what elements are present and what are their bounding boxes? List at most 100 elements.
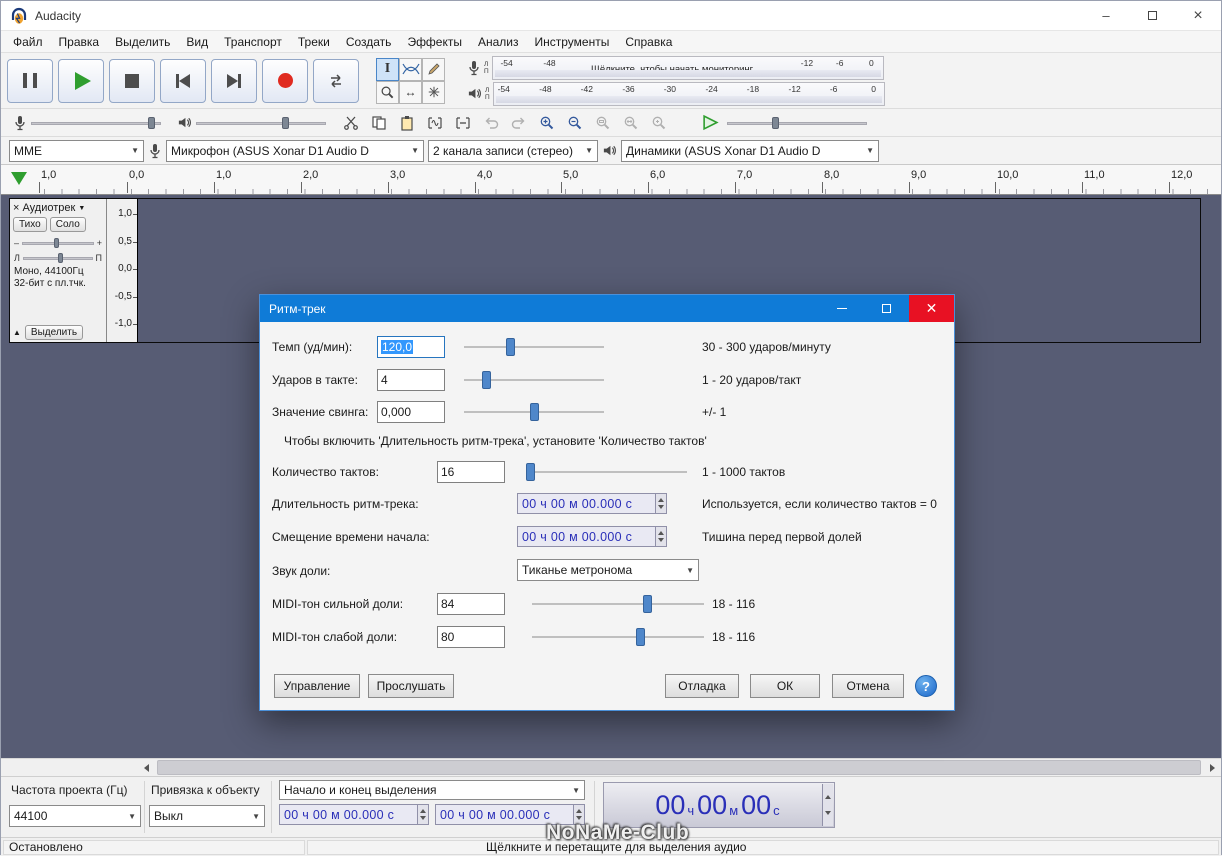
swing-slider[interactable] — [464, 402, 604, 422]
menu-transport[interactable]: Транспорт — [216, 31, 290, 52]
dialog-maximize-button[interactable] — [864, 295, 909, 322]
spinner[interactable] — [822, 784, 833, 826]
stop-button[interactable] — [109, 58, 155, 103]
menu-tools[interactable]: Инструменты — [527, 31, 618, 52]
track-close-button[interactable]: × — [13, 202, 19, 214]
pause-button[interactable] — [7, 58, 53, 103]
slider-thumb[interactable] — [54, 238, 60, 248]
midi-strong-input[interactable]: 84 — [437, 593, 505, 615]
project-rate-combo[interactable]: 44100 ▼ — [9, 805, 141, 827]
timeline-ruler[interactable]: 1,0 0,0 1,0 2,0 3,0 4,0 5,0 6,0 7,0 8,0 … — [1, 165, 1221, 195]
multi-tool-button[interactable] — [422, 80, 445, 104]
vertical-scale-ruler[interactable]: 1,0 0,5 0,0 -0,5 -1,0 — [107, 199, 138, 342]
midi-strong-slider[interactable] — [532, 594, 704, 614]
solo-button[interactable]: Соло — [49, 217, 86, 232]
scrollbar-thumb[interactable] — [157, 760, 1201, 775]
pan-slider[interactable] — [22, 252, 93, 264]
slider-thumb[interactable] — [148, 116, 155, 129]
dialog-minimize-button[interactable] — [819, 295, 864, 322]
audio-host-combo[interactable]: MME ▼ — [9, 139, 144, 162]
play-button[interactable] — [58, 58, 104, 103]
slider-thumb[interactable] — [506, 338, 516, 356]
dialog-titlebar[interactable]: Ритм-трек ✕ — [260, 295, 954, 322]
spinner[interactable] — [417, 805, 428, 824]
silence-audio-button[interactable] — [450, 111, 476, 135]
menu-select[interactable]: Выделить — [107, 31, 178, 52]
ok-button[interactable]: ОК — [750, 674, 820, 698]
recording-volume-slider[interactable] — [31, 116, 161, 130]
dialog-close-button[interactable]: ✕ — [909, 295, 954, 322]
bars-slider[interactable] — [526, 462, 687, 482]
close-button[interactable]: × — [1175, 1, 1221, 30]
beats-slider[interactable] — [464, 370, 604, 390]
duration-time-field[interactable]: 00 ч 00 м 00.000 с — [517, 493, 667, 514]
playback-volume-slider[interactable] — [196, 116, 326, 130]
record-button[interactable] — [262, 58, 308, 103]
zoom-toggle-button[interactable] — [646, 111, 672, 135]
skip-end-button[interactable] — [211, 58, 257, 103]
cancel-button[interactable]: Отмена — [832, 674, 904, 698]
spinner[interactable] — [655, 527, 666, 546]
menu-view[interactable]: Вид — [178, 31, 216, 52]
tempo-input[interactable]: 120,0 — [377, 336, 445, 358]
menu-file[interactable]: Файл — [5, 31, 51, 52]
selection-start-time[interactable]: 00 ч 00 м 00.000 с — [279, 804, 429, 825]
playback-meter[interactable]: -54 -48 -42 -36 -30 -24 -18 -12 -6 0 — [492, 81, 885, 106]
bars-input[interactable]: 16 — [437, 461, 505, 483]
zoom-out-button[interactable] — [562, 111, 588, 135]
scroll-right-button[interactable] — [1204, 760, 1220, 775]
slider-thumb[interactable] — [57, 253, 63, 263]
slider-thumb[interactable] — [636, 628, 646, 646]
track-menu-arrow-icon[interactable]: ▼ — [78, 205, 85, 212]
minimize-button[interactable]: – — [1083, 1, 1129, 30]
scroll-left-button[interactable] — [138, 760, 154, 775]
maximize-button[interactable] — [1129, 1, 1175, 30]
copy-button[interactable] — [366, 111, 392, 135]
timeshift-tool-button[interactable]: ↔ — [399, 80, 422, 104]
track-select-button[interactable]: Выделить — [24, 325, 84, 340]
slider-thumb[interactable] — [643, 595, 653, 613]
paste-button[interactable] — [394, 111, 420, 135]
draw-tool-button[interactable] — [422, 57, 445, 81]
gain-slider[interactable] — [22, 237, 94, 249]
recording-channels-combo[interactable]: 2 канала записи (стерео) ▼ — [428, 139, 598, 162]
recording-device-combo[interactable]: Микрофон (ASUS Xonar D1 Audio D ▼ — [166, 139, 424, 162]
track-title[interactable]: Аудиотрек — [22, 202, 75, 214]
undo-button[interactable] — [478, 111, 504, 135]
menu-generate[interactable]: Создать — [338, 31, 400, 52]
selection-mode-combo[interactable]: Начало и конец выделения ▼ — [279, 780, 585, 800]
slider-thumb[interactable] — [530, 403, 539, 421]
slider-thumb[interactable] — [482, 371, 492, 389]
spinner[interactable] — [655, 494, 666, 513]
debug-button[interactable]: Отладка — [665, 674, 739, 698]
slider-thumb[interactable] — [281, 116, 289, 129]
pinned-play-head-icon[interactable] — [11, 172, 27, 185]
menu-effects[interactable]: Эффекты — [399, 31, 470, 52]
midi-weak-slider[interactable] — [532, 627, 704, 647]
play-at-speed-icon[interactable] — [702, 114, 719, 131]
envelope-tool-button[interactable] — [399, 57, 422, 81]
slider-thumb[interactable] — [771, 116, 779, 129]
cut-button[interactable] — [338, 111, 364, 135]
midi-weak-input[interactable]: 80 — [437, 626, 505, 648]
menu-edit[interactable]: Правка — [51, 31, 108, 52]
menu-help[interactable]: Справка — [617, 31, 680, 52]
zoom-fit-button[interactable] — [618, 111, 644, 135]
play-speed-slider[interactable] — [727, 116, 867, 130]
recording-meter[interactable]: -54 -48 Щёлкните, чтобы начать мониторин… — [491, 55, 884, 80]
zoom-selection-button[interactable] — [590, 111, 616, 135]
help-button[interactable]: ? — [915, 675, 937, 697]
tempo-slider[interactable] — [464, 337, 604, 357]
menu-tracks[interactable]: Треки — [290, 31, 338, 52]
selection-tool-button[interactable]: I — [376, 57, 399, 81]
zoom-tool-button[interactable] — [376, 80, 399, 104]
trim-audio-button[interactable] — [422, 111, 448, 135]
menu-analyze[interactable]: Анализ — [470, 31, 527, 52]
snap-to-combo[interactable]: Выкл ▼ — [149, 805, 265, 827]
preview-button[interactable]: Прослушать — [368, 674, 454, 698]
slider-thumb[interactable] — [526, 463, 536, 481]
redo-button[interactable] — [506, 111, 532, 135]
zoom-in-button[interactable] — [534, 111, 560, 135]
loop-button[interactable] — [313, 58, 359, 103]
manage-button[interactable]: Управление — [274, 674, 360, 698]
